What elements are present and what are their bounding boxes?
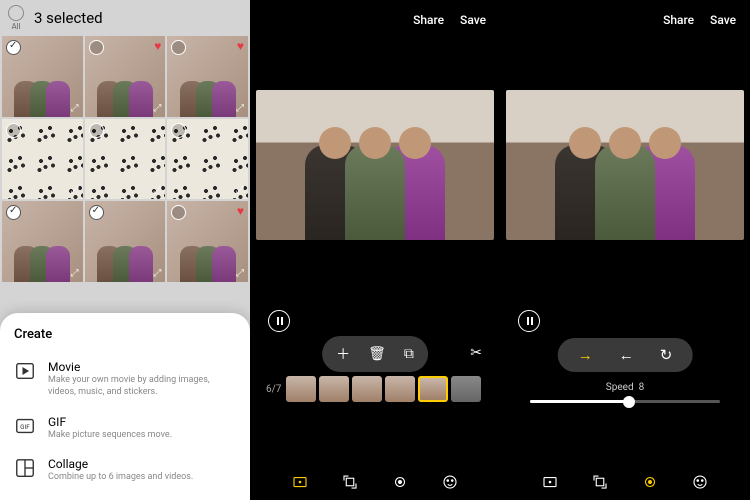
- crop-button[interactable]: ✂: [470, 345, 482, 361]
- movie-icon: [14, 360, 36, 382]
- tab-direction[interactable]: [390, 472, 410, 492]
- share-button[interactable]: Share: [413, 13, 444, 27]
- direction-loop-button[interactable]: ↻: [660, 346, 673, 364]
- direction-controls: → ← ↻: [558, 338, 693, 372]
- tab-aspect[interactable]: [290, 472, 310, 492]
- heart-icon: ♥: [154, 39, 161, 53]
- editor-toolbar: Share Save: [250, 0, 500, 40]
- selection-count: 3 selected: [34, 9, 103, 27]
- frame-thumb[interactable]: [451, 376, 481, 402]
- create-sheet: Create MovieMake your own movie by addin…: [0, 313, 250, 500]
- option-name: GIF: [48, 415, 236, 429]
- frame-thumb[interactable]: [418, 376, 448, 402]
- add-frame-button[interactable]: ＋: [336, 344, 350, 364]
- photo-thumbnail[interactable]: ⤢: [85, 201, 166, 282]
- preview-canvas[interactable]: [506, 90, 744, 240]
- photo-thumbnail[interactable]: ♥⤢: [167, 36, 248, 117]
- heart-icon: ♥: [237, 204, 244, 218]
- photo-grid: ⤢ ♥⤢ ♥⤢ ⤢ ⤢ ⤢ ⤢ ⤢ ♥⤢: [0, 36, 250, 282]
- option-desc: Make your own movie by adding images, vi…: [48, 375, 236, 398]
- tab-emoji[interactable]: [690, 472, 710, 492]
- expand-icon: ⤢: [236, 103, 244, 114]
- slider-knob[interactable]: [623, 396, 635, 408]
- expand-icon: ⤢: [153, 103, 161, 114]
- heart-icon: ♥: [237, 39, 244, 53]
- gif-icon: GIF: [14, 415, 36, 437]
- photo-thumbnail[interactable]: ⤢: [167, 119, 248, 200]
- tab-aspect[interactable]: [540, 472, 560, 492]
- tab-direction[interactable]: [640, 472, 660, 492]
- option-desc: Make picture sequences move.: [48, 430, 236, 442]
- expand-icon: ⤢: [71, 185, 79, 196]
- check-icon: [89, 205, 104, 220]
- expand-icon: ⤢: [71, 103, 79, 114]
- option-name: Movie: [48, 360, 236, 374]
- tab-transform[interactable]: [340, 472, 360, 492]
- preview-canvas[interactable]: [256, 90, 494, 240]
- create-collage-option[interactable]: CollageCombine up to 6 images and videos…: [14, 449, 236, 492]
- slider-fill: [530, 400, 629, 403]
- tab-emoji[interactable]: [440, 472, 460, 492]
- frame-thumb[interactable]: [286, 376, 316, 402]
- photo-thumbnail[interactable]: ♥⤢: [167, 201, 248, 282]
- pause-button[interactable]: [268, 310, 290, 332]
- circle-icon: [8, 5, 24, 21]
- direction-editor-panel: Share Save → ← ↻ Speed 8: [500, 0, 750, 500]
- circle-icon: [89, 123, 104, 138]
- svg-text:GIF: GIF: [20, 422, 30, 430]
- create-gif-option[interactable]: GIF GIFMake picture sequences move.: [14, 407, 236, 450]
- expand-icon: ⤢: [71, 268, 79, 279]
- tab-transform[interactable]: [590, 472, 610, 492]
- direction-reverse-button[interactable]: ←: [619, 346, 634, 364]
- expand-icon: ⤢: [153, 268, 161, 279]
- gallery-header: All 3 selected: [0, 0, 250, 36]
- photo-thumbnail[interactable]: ⤢: [2, 119, 83, 200]
- pause-button[interactable]: [518, 310, 540, 332]
- editor-tabs: [500, 472, 750, 492]
- all-label: All: [11, 22, 20, 31]
- frame-thumb[interactable]: [385, 376, 415, 402]
- direction-forward-button[interactable]: →: [578, 346, 593, 364]
- speed-slider[interactable]: [530, 400, 720, 403]
- photo-thumbnail[interactable]: ♥⤢: [85, 36, 166, 117]
- photo-thumbnail[interactable]: ⤢: [2, 36, 83, 117]
- frame-thumb[interactable]: [352, 376, 382, 402]
- circle-icon: [89, 40, 104, 55]
- create-movie-option[interactable]: MovieMake your own movie by adding image…: [14, 352, 236, 406]
- photo-thumbnail[interactable]: ⤢: [85, 119, 166, 200]
- gallery-panel: All 3 selected ⤢ ♥⤢ ♥⤢ ⤢ ⤢ ⤢ ⤢ ⤢ ♥⤢ Crea…: [0, 0, 250, 500]
- frame-counter: 6/7: [266, 384, 281, 395]
- frame-thumb[interactable]: [319, 376, 349, 402]
- expand-icon: ⤢: [236, 268, 244, 279]
- photo-thumbnail[interactable]: ⤢: [2, 201, 83, 282]
- speed-label: Speed 8: [606, 382, 644, 393]
- frame-tools: ＋ 🗑 ⧉: [322, 336, 428, 372]
- check-icon: [6, 40, 21, 55]
- save-button[interactable]: Save: [460, 13, 486, 27]
- delete-frame-button[interactable]: 🗑: [368, 346, 386, 362]
- expand-icon: ⤢: [153, 185, 161, 196]
- collage-icon: [14, 457, 36, 479]
- save-button[interactable]: Save: [710, 13, 736, 27]
- movie-editor-panel: Share Save ＋ 🗑 ⧉ ✂ 6/7: [250, 0, 500, 500]
- editor-tabs: [250, 472, 500, 492]
- option-name: Collage: [48, 457, 236, 471]
- select-all-toggle[interactable]: All: [8, 5, 24, 31]
- sheet-title: Create: [14, 327, 236, 342]
- circle-icon: [6, 123, 21, 138]
- expand-icon: ⤢: [236, 185, 244, 196]
- frame-strip[interactable]: [286, 376, 481, 402]
- share-button[interactable]: Share: [663, 13, 694, 27]
- duplicate-frame-button[interactable]: ⧉: [404, 346, 414, 362]
- editor-toolbar: Share Save: [500, 0, 750, 40]
- circle-icon: [171, 123, 186, 138]
- option-desc: Combine up to 6 images and videos.: [48, 472, 236, 484]
